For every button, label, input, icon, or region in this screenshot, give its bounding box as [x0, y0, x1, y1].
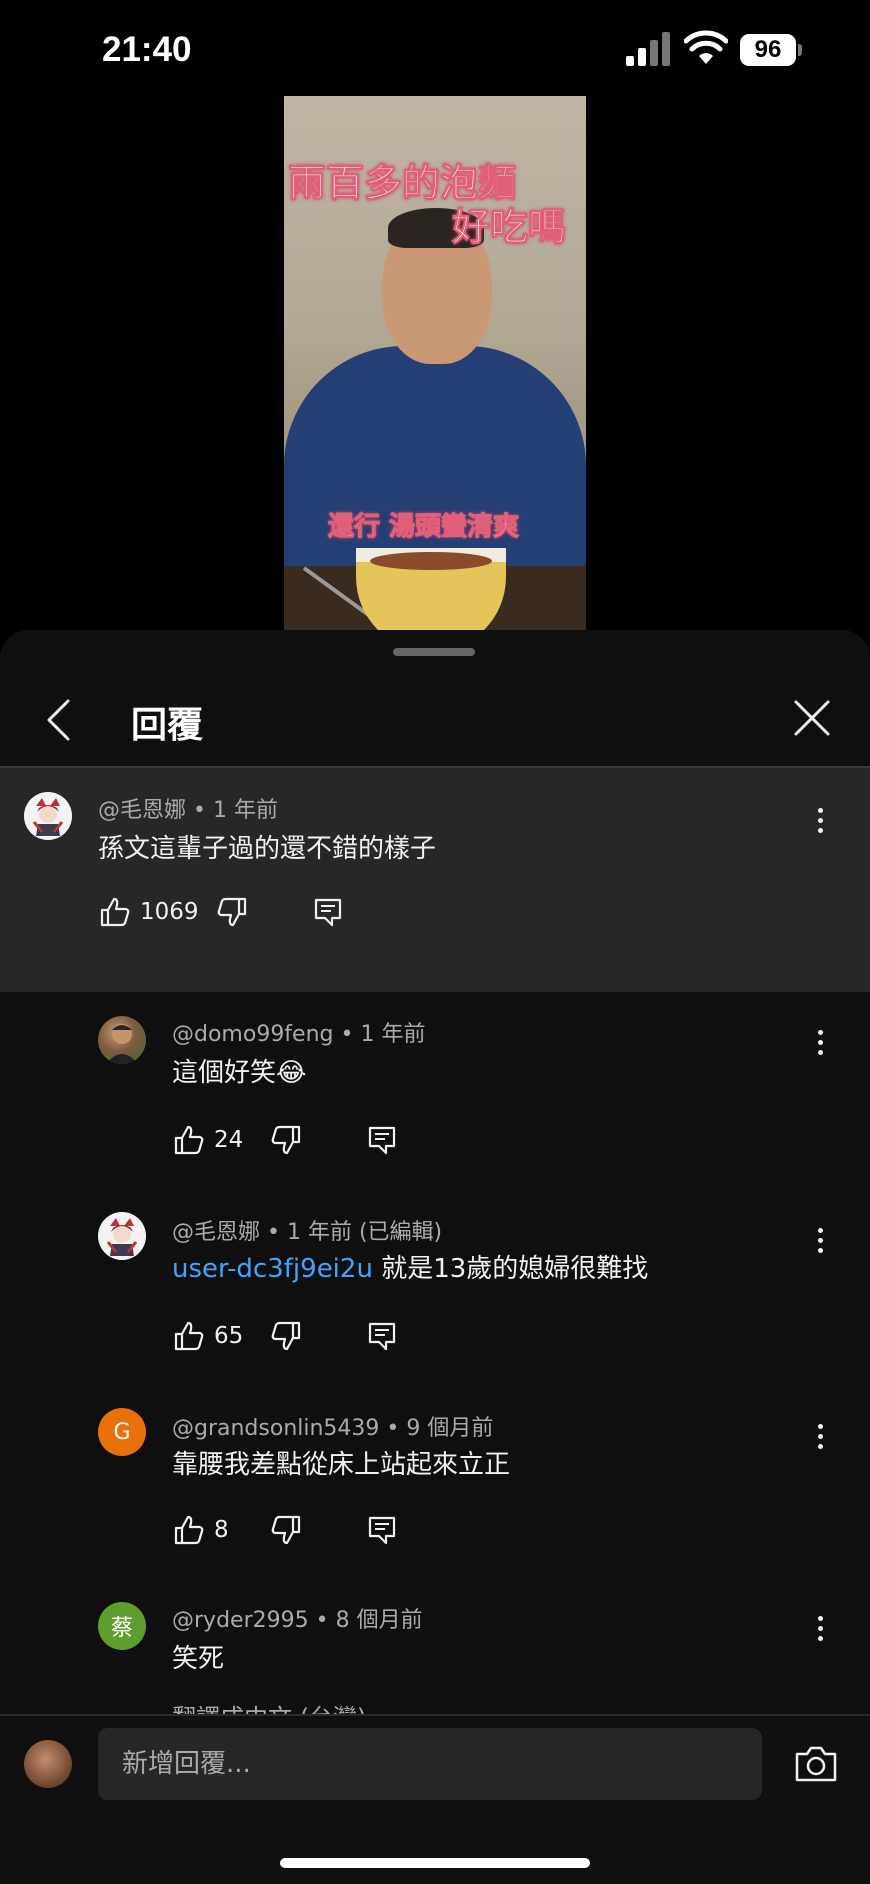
like-icon [174, 1321, 204, 1351]
avatar[interactable] [98, 1212, 146, 1260]
reply-button[interactable] [365, 1319, 399, 1353]
like-count: 8 [214, 1517, 229, 1543]
reply-button[interactable] [365, 1123, 399, 1157]
more-options-button[interactable] [808, 1608, 832, 1648]
comment-actions: 8 [172, 1510, 399, 1550]
video-caption-subtitle: 還行 湯頭蠻清爽 [327, 512, 520, 543]
avatar[interactable] [24, 792, 72, 840]
comment-author[interactable]: @毛恩娜 [98, 798, 186, 823]
like-count: 1069 [140, 899, 199, 925]
reply-comment: @domo99feng • 1 年前 這個好笑😂 24 [0, 992, 870, 1188]
home-indicator[interactable] [280, 1858, 590, 1868]
comment-meta: @ryder2995 • 8 個月前 [172, 1608, 423, 1633]
dislike-button[interactable] [215, 895, 249, 929]
signal-icon [626, 32, 670, 66]
comment-text-body: 就是13歲的媳婦很難找 [372, 1254, 649, 1284]
camera-icon [795, 1746, 837, 1782]
add-reply-input[interactable] [98, 1728, 762, 1800]
comment-text: 笑死 [172, 1644, 225, 1674]
comment-meta: @毛恩娜 • 1 年前 (已編輯) [172, 1220, 443, 1245]
comment-time: 1 年前 [212, 798, 278, 823]
avatar[interactable]: G [98, 1408, 146, 1456]
dislike-button[interactable] [269, 1319, 303, 1353]
like-button[interactable] [98, 895, 132, 929]
comment-time: 8 個月前 [335, 1608, 423, 1633]
mention-link[interactable]: user-dc3fj9ei2u [172, 1254, 373, 1284]
like-icon [100, 897, 130, 927]
comment-text: user-dc3fj9ei2u 就是13歲的媳婦很難找 [172, 1248, 648, 1285]
like-count: 24 [214, 1127, 244, 1153]
like-icon [174, 1515, 204, 1545]
dislike-button[interactable] [269, 1123, 303, 1157]
status-time: 21:40 [102, 30, 192, 69]
comment-author[interactable]: @grandsonlin5439 [172, 1416, 379, 1441]
comment-time: 1 年前 [360, 1022, 426, 1047]
video-caption-title-2: 好吃嗎 [451, 205, 567, 250]
parent-comment: @毛恩娜 • 1 年前 孫文這輩子過的還不錯的樣子 1069 [0, 768, 870, 992]
comment-author[interactable]: @ryder2995 [172, 1608, 309, 1633]
more-options-button[interactable] [808, 800, 832, 840]
more-options-button[interactable] [808, 1220, 832, 1260]
reply-icon [368, 1516, 395, 1545]
wifi-icon [684, 30, 728, 64]
comment-time: 1 年前 (已編輯) [286, 1220, 443, 1245]
comment-time: 9 個月前 [406, 1416, 494, 1441]
comment-actions: 65 [172, 1316, 399, 1356]
like-count: 65 [214, 1323, 244, 1349]
battery-level: 96 [740, 34, 796, 66]
avatar[interactable] [98, 1016, 146, 1064]
photo-avatar-icon [106, 1024, 138, 1064]
more-options-button[interactable] [808, 1416, 832, 1456]
dislike-button[interactable] [269, 1513, 303, 1547]
reply-button[interactable] [365, 1513, 399, 1547]
reply-comment: @毛恩娜 • 1 年前 (已編輯) user-dc3fj9ei2u 就是13歲的… [0, 1188, 870, 1384]
reply-icon [314, 898, 341, 927]
video-player[interactable]: 兩百多的泡麵 好吃嗎 還行 湯頭蠻清爽 [284, 96, 586, 630]
reply-comment: G @grandsonlin5439 • 9 個月前 靠腰我差點從床上站起來立正… [0, 1384, 870, 1578]
close-button[interactable] [792, 698, 832, 738]
like-button[interactable] [172, 1319, 206, 1353]
replies-sheet: 回覆 @毛恩娜 • 1 年前 孫文這輩子過的還不錯的樣子 1069 @domo9… [0, 630, 870, 1882]
like-button[interactable] [172, 1513, 206, 1547]
comment-meta: @毛恩娜 • 1 年前 [98, 798, 278, 823]
like-icon [174, 1125, 204, 1155]
like-button[interactable] [172, 1123, 206, 1157]
battery-indicator: 96 [740, 34, 804, 66]
comment-actions: 1069 [98, 892, 345, 932]
reply-icon [369, 1322, 396, 1351]
comment-text: 這個好笑😂 [172, 1058, 307, 1088]
sheet-title: 回覆 [131, 705, 204, 746]
close-icon [794, 700, 830, 736]
back-arrow-icon [47, 699, 70, 741]
more-options-button[interactable] [808, 1022, 832, 1062]
comment-author[interactable]: @毛恩娜 [172, 1220, 260, 1245]
reply-button[interactable] [311, 895, 345, 929]
anime-avatar-icon [24, 792, 72, 840]
comment-author[interactable]: @domo99feng [172, 1022, 334, 1047]
video-soup [370, 552, 492, 570]
comment-meta: @grandsonlin5439 • 9 個月前 [172, 1416, 494, 1441]
dislike-icon [271, 1515, 300, 1545]
avatar[interactable]: 蔡 [98, 1602, 146, 1650]
current-user-avatar[interactable] [24, 1740, 72, 1788]
comment-text: 孫文這輩子過的還不錯的樣子 [98, 834, 437, 864]
reply-comment: 蔡 @ryder2995 • 8 個月前 笑死 翻譯成中文 (台灣) [0, 1578, 870, 1732]
battery-tip [798, 44, 802, 56]
camera-button[interactable] [794, 1744, 838, 1784]
drag-handle[interactable] [393, 648, 475, 656]
comment-meta: @domo99feng • 1 年前 [172, 1022, 426, 1047]
comment-text: 靠腰我差點從床上站起來立正 [172, 1450, 511, 1480]
reply-icon [369, 1126, 396, 1155]
back-button[interactable] [40, 696, 76, 744]
reply-bar [0, 1714, 870, 1884]
dislike-icon [271, 1321, 301, 1351]
anime-avatar-icon [98, 1212, 146, 1260]
dislike-icon [217, 897, 246, 927]
dislike-icon [271, 1125, 301, 1155]
comment-actions: 24 [172, 1120, 399, 1160]
